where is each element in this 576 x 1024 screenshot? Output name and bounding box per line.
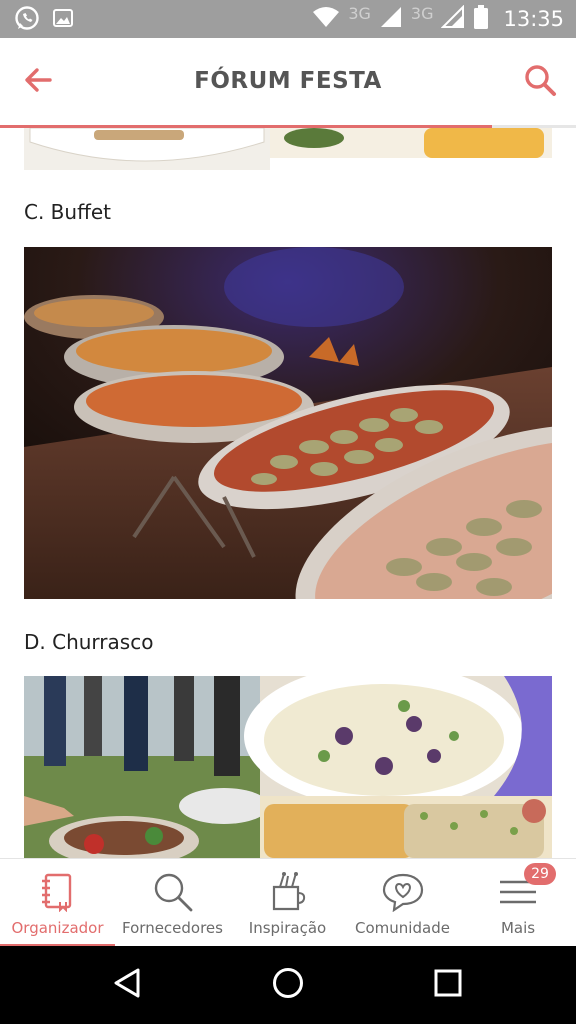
nav-label: Fornecedores <box>122 919 223 937</box>
whatsapp-icon <box>14 5 40 36</box>
system-home-button[interactable] <box>265 962 311 1008</box>
nav-label: Comunidade <box>355 919 450 937</box>
search-icon <box>150 869 196 915</box>
status-notifications <box>14 5 74 36</box>
inspiration-cup-icon <box>265 869 311 915</box>
system-back-button[interactable] <box>104 962 150 1008</box>
status-bar: 3G 3G 13:35 <box>0 0 576 38</box>
status-system: 3G 3G 13:35 <box>312 0 564 38</box>
notification-badge: 29 <box>524 863 556 885</box>
network-type-label: 3G <box>410 3 434 23</box>
nav-label: Mais <box>500 919 536 937</box>
clock: 13:35 <box>503 7 564 31</box>
nav-label: Organizador <box>11 919 104 937</box>
previous-section-photo <box>24 128 552 170</box>
nav-item-comunidade[interactable]: Comunidade <box>345 859 460 947</box>
system-recents-button[interactable] <box>425 962 471 1008</box>
nav-item-organizador[interactable]: Organizador <box>0 859 115 947</box>
churrasco-food-photo[interactable] <box>24 676 552 858</box>
chat-heart-icon <box>380 869 426 915</box>
circle-home-icon <box>271 966 305 1005</box>
search-icon <box>522 62 558 103</box>
signal-icon <box>441 4 465 34</box>
article-content[interactable]: C. Buffet D. Churrasco <box>0 128 576 858</box>
image-icon <box>52 7 74 34</box>
nav-item-mais[interactable]: Mais 29 <box>460 859 576 947</box>
square-recents-icon <box>433 968 463 1003</box>
section-heading: C. Buffet <box>24 200 112 224</box>
network-type-label: 3G <box>348 3 371 23</box>
nav-item-inspiracao[interactable]: Inspiração <box>230 859 345 947</box>
battery-icon <box>473 4 489 35</box>
bottom-navigation: Organizador Fornecedores Inspiração Comu… <box>0 858 576 947</box>
app-header: FÓRUM FESTA <box>0 38 576 128</box>
buffet-food-photo[interactable] <box>24 247 552 599</box>
nav-label: Inspiração <box>248 919 327 937</box>
section-heading: D. Churrasco <box>24 630 154 654</box>
signal-icon <box>379 5 403 34</box>
triangle-back-icon <box>112 967 142 1004</box>
system-navigation-bar <box>0 946 576 1024</box>
search-button[interactable] <box>520 62 560 102</box>
notebook-icon <box>35 869 81 915</box>
nav-item-fornecedores[interactable]: Fornecedores <box>115 859 230 947</box>
page-title: FÓRUM FESTA <box>194 68 382 94</box>
wifi-icon <box>312 6 340 33</box>
